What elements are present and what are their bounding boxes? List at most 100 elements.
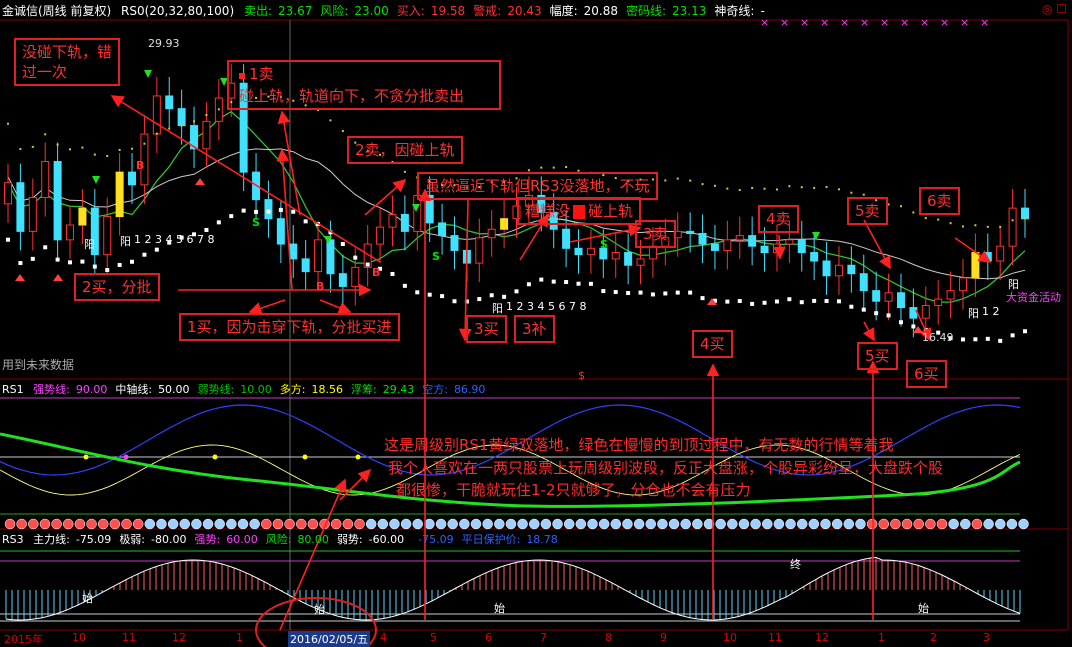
candle-body xyxy=(971,252,980,279)
yang-mark-1: 阳 xyxy=(84,238,95,251)
lower-band-dot xyxy=(489,293,494,298)
candle-body xyxy=(785,239,794,245)
upper-band-dot xyxy=(899,205,902,208)
candle-body xyxy=(723,239,732,251)
annotation-sell2: 2卖，因碰上轨 xyxy=(347,136,463,164)
signal-ball xyxy=(121,518,132,530)
signal-ball xyxy=(86,518,97,530)
signal-ball xyxy=(505,518,517,530)
signal-ball xyxy=(808,518,820,530)
signal-ball xyxy=(890,518,901,530)
annotation-bu3: 3补 xyxy=(514,315,555,343)
signal-ball xyxy=(936,518,948,530)
signal-ball xyxy=(365,518,377,530)
upper-band-dot xyxy=(540,166,543,169)
rs1-values: 强势线: 90.00 中轴线: 50.00 弱势线: 10.00 多方: 18.56 浮筹: 29… xyxy=(33,383,493,396)
candle-body xyxy=(574,247,583,256)
candle-body xyxy=(500,218,509,230)
x-tick: 11 xyxy=(768,631,782,644)
candle-body xyxy=(797,239,806,254)
candle-body xyxy=(475,237,484,264)
annotation-buy6: 6买 xyxy=(906,360,947,388)
value-number: -80.00 xyxy=(151,533,187,546)
purple-mark: × xyxy=(980,16,989,29)
x-tick: 8 xyxy=(605,631,612,644)
value-item: 中轴线: xyxy=(115,383,153,396)
value-item: 平日保护价: xyxy=(461,533,521,546)
purple-mark: × xyxy=(960,16,969,29)
min-price-label: 16.49 xyxy=(922,331,954,344)
x-tick: 10 xyxy=(72,631,86,644)
lower-band-dot xyxy=(898,320,903,325)
lower-band-dot xyxy=(18,261,23,266)
annotation-miss: 没碰下轨，错过一次 xyxy=(14,38,120,86)
rs3-start-1: 始 xyxy=(82,592,93,605)
purple-mark: × xyxy=(820,16,829,29)
lower-band-dot xyxy=(762,300,767,305)
rs1-dot xyxy=(83,454,89,460)
x-tick: 2015年 xyxy=(4,633,43,646)
candle-body xyxy=(4,182,12,205)
value-item: 极弱: xyxy=(119,533,146,546)
lower-band-dot xyxy=(130,259,135,264)
signal-ball xyxy=(913,518,924,530)
signal-ball xyxy=(738,518,750,530)
candle-body xyxy=(152,95,161,135)
value-number: 18.56 xyxy=(311,383,344,396)
lower-band-dot xyxy=(6,237,10,242)
upper-band-dot xyxy=(106,155,109,158)
value-item: 空方: xyxy=(422,383,448,396)
count-seq-1: 1 2 3 4 5 6 7 8 xyxy=(134,233,215,246)
value-number: -60.00 xyxy=(368,533,405,546)
candle-body xyxy=(53,161,62,241)
upper-band-dot xyxy=(341,130,344,133)
signal-ball xyxy=(762,518,773,530)
lower-band-dot xyxy=(266,209,271,214)
annotation-bad: 糟糕没 碰上轨 xyxy=(517,197,642,225)
rs1-dot xyxy=(355,454,361,460)
candle-body xyxy=(735,235,744,241)
x-tick: 10 xyxy=(723,631,737,644)
candle-body xyxy=(289,243,298,260)
signal-ball xyxy=(261,518,272,530)
rs1-title: RS1 xyxy=(2,383,24,396)
big-money-label: 大资金活动 xyxy=(1006,291,1061,304)
upper-band-dot xyxy=(800,186,803,189)
lower-band-dot xyxy=(216,220,221,225)
signal-ball xyxy=(878,518,889,530)
value-number: 86.90 xyxy=(453,383,486,396)
lower-band-dot xyxy=(254,209,259,214)
signal-ball xyxy=(400,518,412,530)
lower-band-dot xyxy=(229,214,234,219)
signal-ball xyxy=(983,518,994,530)
purple-mark: × xyxy=(800,16,809,29)
signal-ball xyxy=(179,518,190,530)
upper-band-dot xyxy=(912,211,915,214)
x-tick: 7 xyxy=(540,631,547,644)
signal-ball xyxy=(587,518,598,530)
upper-band-dot xyxy=(713,184,716,187)
lower-band-dot xyxy=(836,299,841,304)
candle-body xyxy=(636,258,645,266)
count-seq-3: 1 2 xyxy=(982,305,1000,318)
x-tick: 4 xyxy=(380,631,387,644)
candle-body xyxy=(562,228,571,249)
candle-body xyxy=(413,194,422,232)
x-tick: 2 xyxy=(930,631,937,644)
lower-band-dot xyxy=(55,257,60,262)
lower-band-dot xyxy=(799,300,804,305)
yang-mark-2: 阳 xyxy=(120,235,131,248)
x-tick: 1 xyxy=(878,631,885,644)
yang-mark-4: 阳 xyxy=(968,307,979,320)
s-mark-3: S xyxy=(600,238,608,251)
x-tick: 2016/02/05/五 xyxy=(288,631,371,647)
lower-band-dot xyxy=(663,291,668,296)
candle-body xyxy=(748,235,757,247)
value-number: 10.00 xyxy=(240,383,272,396)
signal-ball xyxy=(855,518,866,530)
lower-band-dot xyxy=(998,338,1003,343)
signal-ball xyxy=(51,518,62,530)
candle-body xyxy=(376,226,385,245)
upper-band-dot xyxy=(217,108,220,111)
candle-body xyxy=(326,239,335,275)
